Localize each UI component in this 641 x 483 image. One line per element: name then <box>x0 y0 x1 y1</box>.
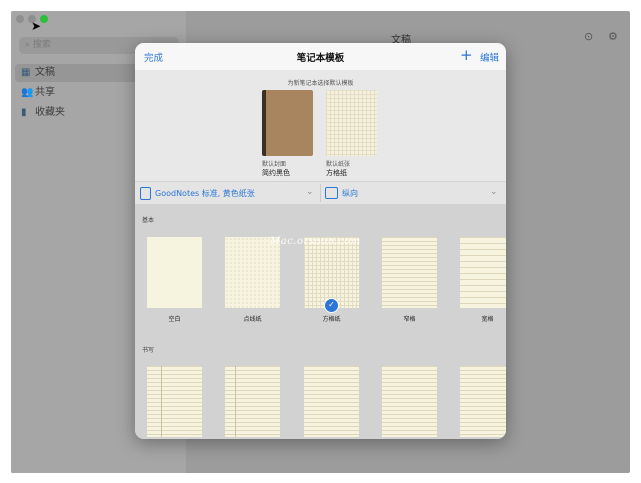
cover-label: 简约黑色 <box>262 169 290 177</box>
close-window-button[interactable] <box>16 15 24 23</box>
watermark-text: Mac.orsoon.com <box>270 236 361 247</box>
section-writing-label: 书写 <box>142 347 155 354</box>
paper-label: 窄格 <box>403 316 416 323</box>
paper-writing-ruled[interactable] <box>304 366 359 437</box>
search-placeholder: 搜索 <box>32 40 51 50</box>
bookmark-icon: ▮ <box>21 107 27 118</box>
chevron-down-icon[interactable]: ⌄ <box>306 187 314 197</box>
sidebar-item-label: 收藏夹 <box>35 107 65 118</box>
paper-dotted[interactable] <box>225 237 280 308</box>
modal-header: 完成 笔记本模板 + 编辑 <box>135 43 506 70</box>
paper-writing-narrow[interactable] <box>382 366 437 437</box>
grid-icon: ▦ <box>21 67 31 78</box>
edit-button[interactable]: 编辑 <box>480 50 499 64</box>
template-select[interactable]: GoodNotes 标准, 黄色纸张 <box>155 188 255 199</box>
settings-gear-icon[interactable]: ⚙ <box>608 30 618 43</box>
default-cover-thumbnail[interactable] <box>262 90 313 156</box>
modal-title: 笔记本模板 <box>296 53 345 64</box>
maximize-window-button[interactable] <box>40 15 48 23</box>
select-check-icon[interactable]: ⊙ <box>584 30 593 43</box>
add-plus-icon[interactable]: + <box>460 46 473 64</box>
mouse-cursor-icon: ➤ <box>31 19 42 33</box>
paper-label: 方格纸 <box>322 316 341 323</box>
selected-check-icon: ✓ <box>324 298 339 313</box>
paper-cornell[interactable] <box>147 366 202 437</box>
paper-sublabel: 默认纸张 <box>326 161 351 168</box>
sidebar-item-label: 共享 <box>35 87 55 98</box>
orientation-select[interactable]: 纵向 <box>342 188 358 199</box>
chevron-down-icon[interactable]: ⌄ <box>490 187 498 197</box>
default-template-caption: 为新笔记本选择默认模板 <box>287 80 354 87</box>
notebook-icon <box>140 187 151 200</box>
sidebar-item-shared[interactable]: 👥 共享 <box>21 84 55 102</box>
paper-label: 宽格 <box>481 316 494 323</box>
default-paper-thumbnail[interactable] <box>326 90 377 156</box>
paper-writing-wide[interactable] <box>460 366 506 437</box>
paper-label: 方格纸 <box>326 169 347 177</box>
orientation-icon <box>325 187 338 199</box>
people-icon: 👥 <box>21 87 34 98</box>
paper-label: 点线纸 <box>243 316 262 323</box>
section-basic-label: 基本 <box>142 217 155 224</box>
paper-margin-ruled[interactable] <box>225 366 280 437</box>
paper-blank[interactable] <box>147 237 202 308</box>
search-icon: ⌕ <box>25 40 33 50</box>
paper-wide-ruled[interactable] <box>460 237 506 308</box>
paper-label: 空白 <box>168 316 181 323</box>
sidebar-item-label: 文稿 <box>35 67 55 78</box>
sidebar-item-favorites[interactable]: ▮ 收藏夹 <box>21 104 65 122</box>
paper-narrow-ruled[interactable] <box>382 237 437 308</box>
cover-sublabel: 默认封面 <box>262 161 287 168</box>
select-divider <box>320 184 321 202</box>
